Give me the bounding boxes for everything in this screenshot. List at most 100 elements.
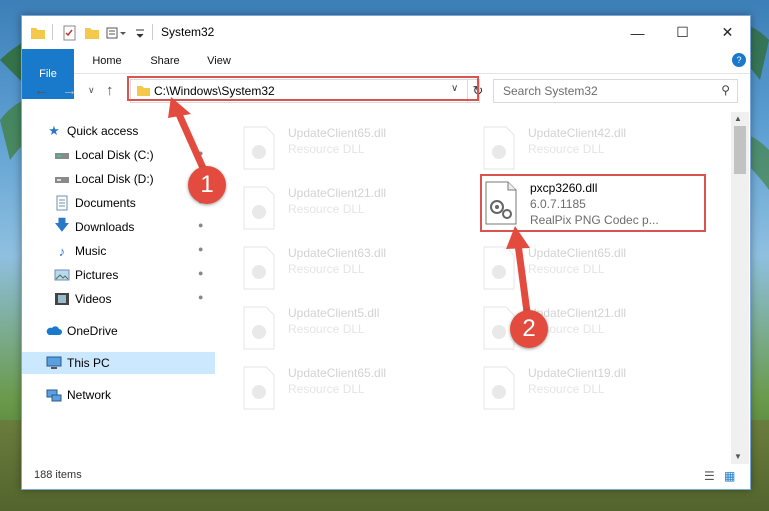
sidebar-item-network[interactable]: Network xyxy=(22,384,215,406)
sidebar-item-this-pc[interactable]: This PC xyxy=(22,352,215,374)
file-type: Resource DLL xyxy=(528,142,605,156)
folder-icon xyxy=(31,28,45,39)
sidebar-item-label: Documents xyxy=(75,196,136,210)
file-item[interactable]: UpdateClient65.dll Resource DLL xyxy=(238,124,438,174)
forward-button[interactable]: → xyxy=(62,82,77,99)
maximize-icon: ☐ xyxy=(676,24,689,40)
tab-view[interactable]: View xyxy=(196,49,242,73)
sidebar-item-local-disk-d[interactable]: Local Disk (D:) ● xyxy=(22,168,215,190)
sidebar-item-music[interactable]: ♪ Music ● xyxy=(22,240,215,262)
dll-file-icon xyxy=(483,366,515,410)
scroll-thumb[interactable] xyxy=(734,126,746,174)
pin-icon[interactable]: ● xyxy=(198,148,203,158)
sidebar-item-label: Pictures xyxy=(75,268,119,282)
properties-icon[interactable] xyxy=(62,25,78,41)
file-name: UpdateClient42.dll xyxy=(528,126,627,140)
pin-icon[interactable]: ● xyxy=(198,292,203,302)
sidebar-item-documents[interactable]: Documents ● xyxy=(22,192,215,214)
file-name: UpdateClient65.dll xyxy=(288,366,387,380)
sidebar-item-videos[interactable]: Videos ● xyxy=(22,288,215,310)
close-icon: ✕ xyxy=(721,24,734,40)
file-explorer-window: System32 — ☐ ✕ File Home Share View ? ← … xyxy=(21,15,751,490)
file-item[interactable]: UpdateClient21.dll Resource DLL xyxy=(238,184,438,234)
sidebar-item-pictures[interactable]: Pictures ● xyxy=(22,264,215,286)
file-type: Resource DLL xyxy=(288,382,365,396)
download-icon: 🡇 xyxy=(54,216,70,234)
tiles-view-icon[interactable]: ▦ xyxy=(724,469,735,483)
file-item[interactable]: UpdateClient65.dll Resource DLL xyxy=(478,244,678,294)
music-icon: ♪ xyxy=(58,243,66,259)
file-type: Resource DLL xyxy=(288,202,365,216)
new-folder-icon[interactable] xyxy=(84,25,100,41)
divider xyxy=(152,24,153,40)
tab-home[interactable]: Home xyxy=(80,49,134,73)
customize-toolbar-icon[interactable] xyxy=(106,25,128,41)
pictures-icon xyxy=(54,269,70,281)
sidebar-item-label: Music xyxy=(75,244,107,258)
drive-icon xyxy=(55,153,69,159)
navigation-pane: ★ Quick access Local Disk (C:) ● Local D… xyxy=(22,112,215,464)
documents-icon xyxy=(56,195,68,211)
dll-file-icon xyxy=(243,126,275,170)
details-view-icon[interactable]: ☰ xyxy=(704,469,715,483)
file-item[interactable]: UpdateClient42.dll Resource DLL xyxy=(478,124,678,174)
sidebar-item-label: Local Disk (D:) xyxy=(75,172,154,186)
step-marker-1: 1 xyxy=(188,166,226,204)
file-highlight-box xyxy=(480,174,706,232)
dll-file-icon xyxy=(483,126,515,170)
sidebar-item-label: This PC xyxy=(67,356,110,370)
file-list: UpdateClient65.dll Resource DLL UpdateCl… xyxy=(218,112,730,464)
file-item[interactable]: UpdateClient63.dll Resource DLL xyxy=(238,244,438,294)
file-name: UpdateClient65.dll xyxy=(528,246,627,260)
ribbon-tabs: File Home Share View ? xyxy=(22,49,750,99)
search-input[interactable]: Search System32 ⚲ xyxy=(493,79,738,103)
navigation-bar: ← → ∨ ↑ C:\Windows\System32 ∨ ↻ Search S… xyxy=(22,74,750,108)
file-type: Resource DLL xyxy=(288,262,365,276)
file-type: Resource DLL xyxy=(288,142,365,156)
item-count: 188 items xyxy=(34,469,82,481)
minimize-icon: — xyxy=(630,24,645,41)
file-name: UpdateClient65.dll xyxy=(288,126,387,140)
quick-access-dropdown-icon[interactable] xyxy=(134,25,146,41)
file-type: Resource DLL xyxy=(288,322,365,336)
dll-file-icon xyxy=(243,246,275,290)
file-item[interactable]: UpdateClient19.dll Resource DLL xyxy=(478,364,678,414)
star-icon: ★ xyxy=(48,123,60,138)
minimize-button[interactable]: — xyxy=(615,16,660,49)
dll-file-icon xyxy=(243,306,275,350)
sidebar-item-downloads[interactable]: 🡇 Downloads ● xyxy=(22,216,215,238)
computer-icon xyxy=(46,356,62,369)
sidebar-item-onedrive[interactable]: OneDrive xyxy=(22,320,215,342)
pin-icon[interactable]: ● xyxy=(198,244,203,254)
scroll-up-icon[interactable]: ▲ xyxy=(734,114,742,123)
tab-share[interactable]: Share xyxy=(140,49,190,73)
back-button[interactable]: ← xyxy=(34,82,49,99)
address-highlight-box xyxy=(127,76,479,101)
recent-locations-button[interactable]: ∨ xyxy=(88,85,95,96)
file-item[interactable]: UpdateClient65.dll Resource DLL xyxy=(238,364,438,414)
pin-icon[interactable]: ● xyxy=(198,220,203,230)
file-name: UpdateClient19.dll xyxy=(528,366,627,380)
sidebar-item-label: Network xyxy=(67,388,112,402)
close-button[interactable]: ✕ xyxy=(705,16,750,49)
pin-icon[interactable]: ● xyxy=(198,268,203,278)
vertical-scrollbar[interactable]: ▲ ▼ xyxy=(731,112,749,464)
file-name: UpdateClient5.dll xyxy=(288,306,380,320)
file-name: UpdateClient21.dll xyxy=(288,186,387,200)
file-item[interactable]: UpdateClient21.dll Resource DLL xyxy=(478,304,678,354)
help-icon[interactable]: ? xyxy=(732,53,746,67)
sidebar-item-label: OneDrive xyxy=(67,324,118,338)
maximize-button[interactable]: ☐ xyxy=(660,16,705,49)
file-item[interactable]: UpdateClient5.dll Resource DLL xyxy=(238,304,438,354)
scroll-down-icon[interactable]: ▼ xyxy=(734,452,742,461)
search-placeholder[interactable]: Search System32 xyxy=(503,84,598,98)
sidebar-item-local-disk-c[interactable]: Local Disk (C:) ● xyxy=(22,144,215,166)
sidebar-item-quick-access[interactable]: ★ Quick access xyxy=(22,120,215,142)
cloud-icon xyxy=(46,326,62,335)
file-type: Resource DLL xyxy=(528,262,605,276)
status-bar: 188 items ☰ ▦ xyxy=(22,464,750,488)
videos-icon xyxy=(55,293,69,305)
network-icon xyxy=(46,389,62,402)
divider xyxy=(52,24,53,40)
up-button[interactable]: ↑ xyxy=(106,82,114,99)
